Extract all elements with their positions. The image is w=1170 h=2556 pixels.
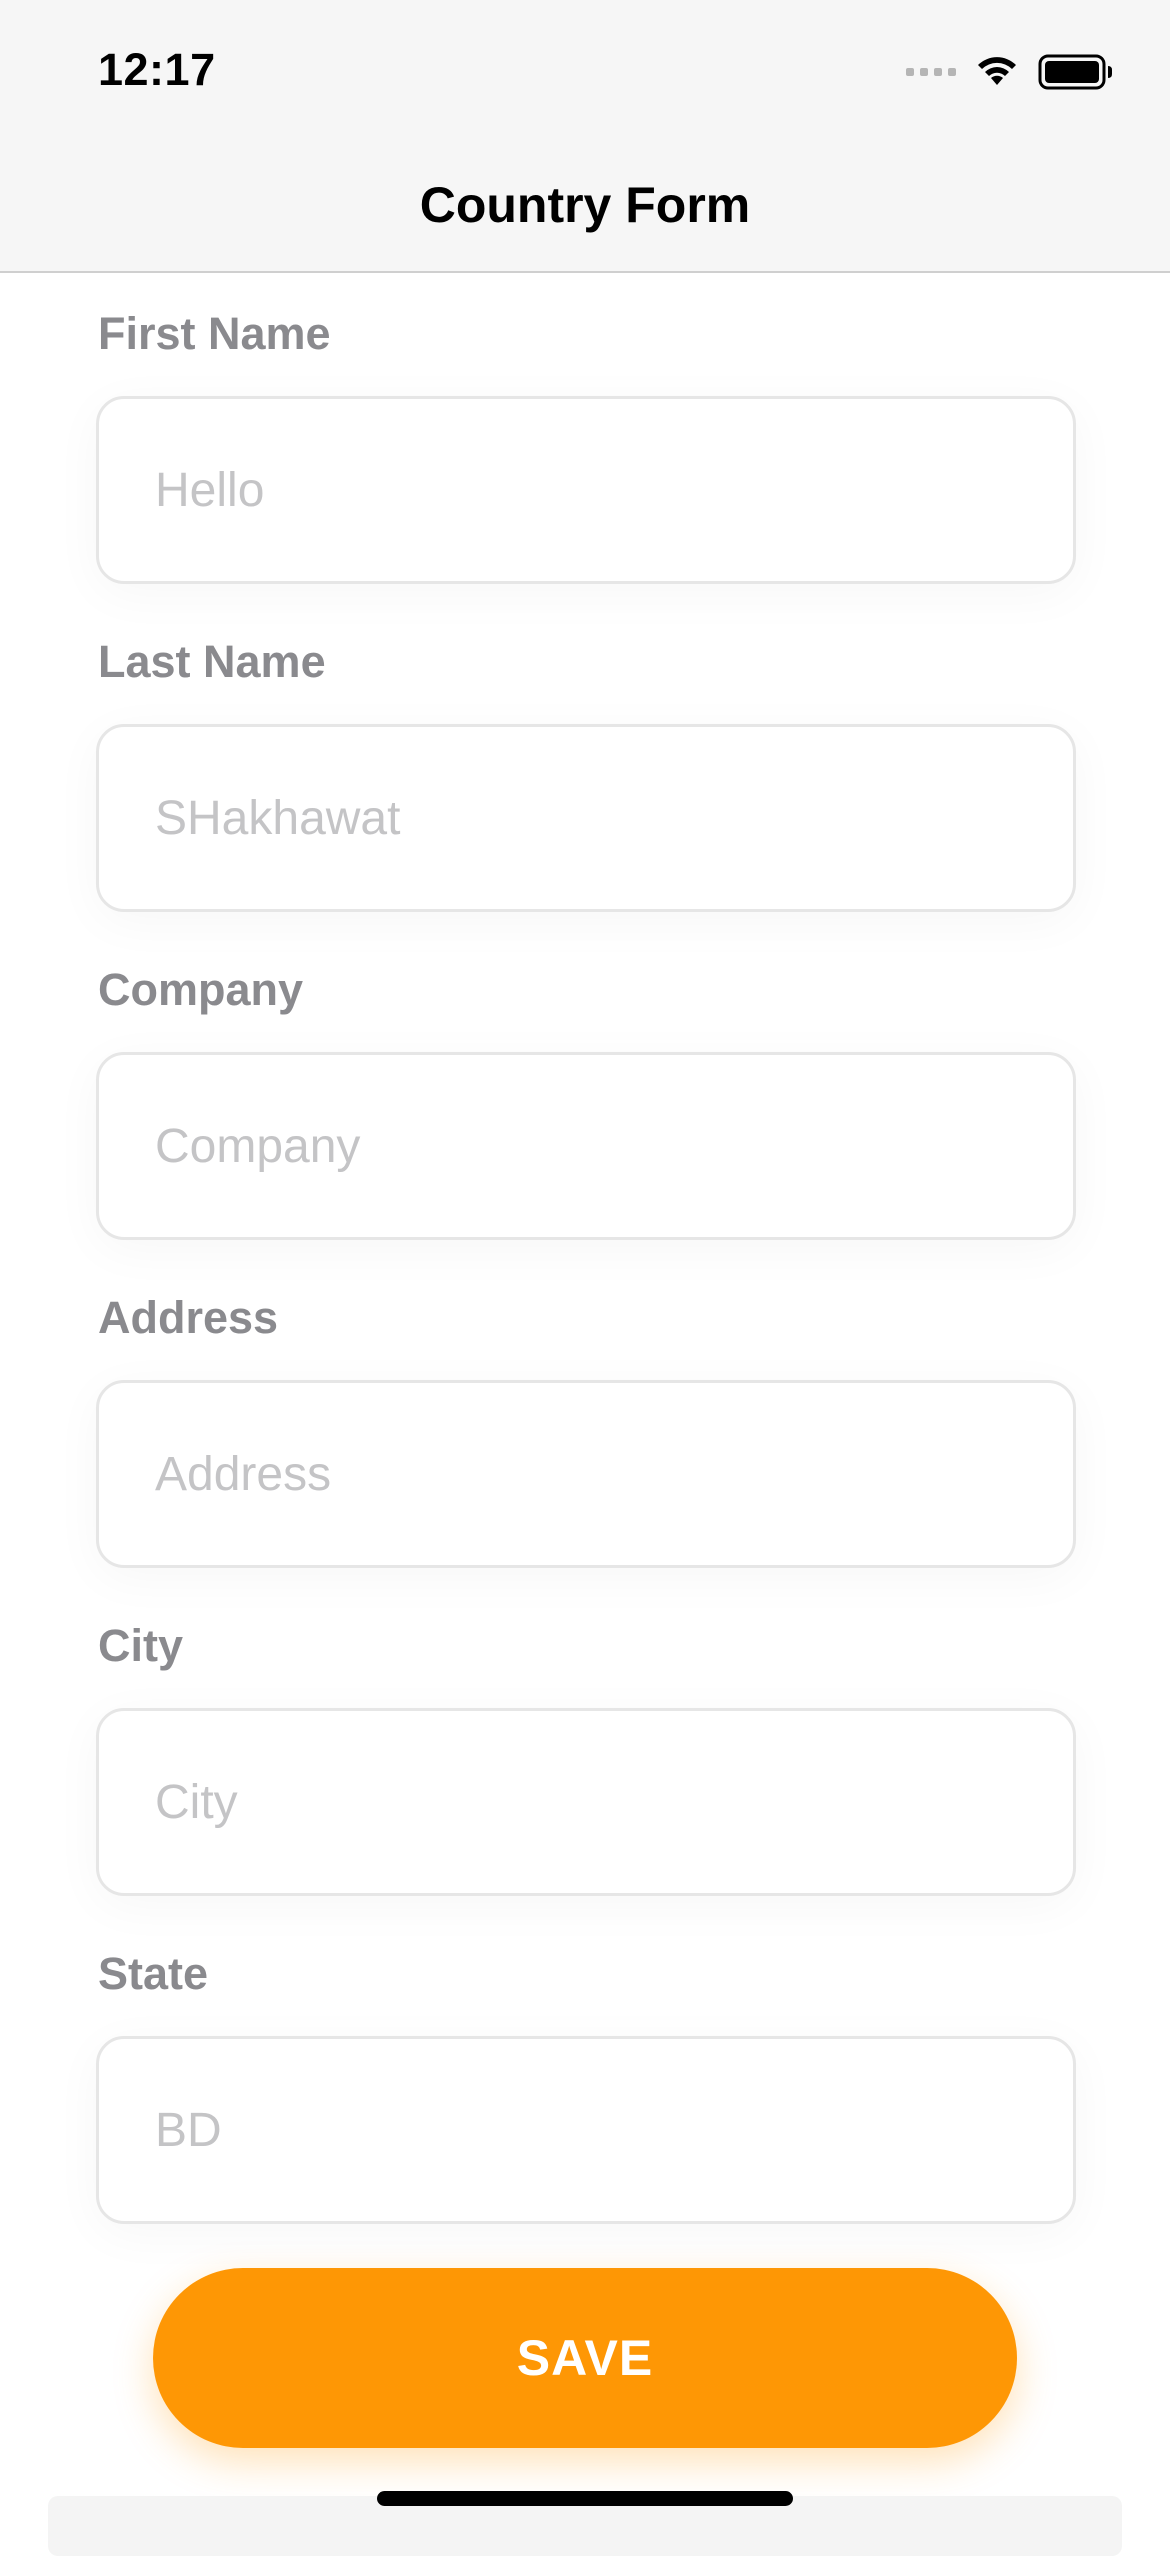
- state-label: State: [98, 1948, 209, 1999]
- page-title: Country Form: [419, 177, 751, 233]
- state-input[interactable]: [96, 2036, 1076, 2224]
- battery-icon: [1038, 54, 1114, 90]
- city-label: City: [98, 1620, 184, 1671]
- company-input[interactable]: [96, 1052, 1076, 1240]
- address-field: Address: [96, 1282, 1076, 1610]
- status-time: 12:17: [98, 44, 216, 95]
- status-icons: [906, 52, 1114, 92]
- company-field: Company: [96, 954, 1076, 1282]
- address-input[interactable]: [96, 1380, 1076, 1568]
- first-name-field: First Name: [96, 298, 1076, 626]
- company-label: Company: [98, 964, 304, 1015]
- home-indicator[interactable]: [377, 2491, 793, 2506]
- save-button[interactable]: SAVE: [153, 2268, 1017, 2448]
- cellular-signal-icon: [906, 68, 956, 76]
- state-field: State: [96, 1938, 1076, 2266]
- wifi-icon: [974, 55, 1020, 89]
- city-field: City: [96, 1610, 1076, 1938]
- navigation-header: 12:17 Country Form: [0, 0, 1170, 273]
- country-form: First Name Last Name Company Address Cit…: [96, 298, 1076, 2266]
- last-name-label: Last Name: [98, 636, 326, 687]
- first-name-label: First Name: [98, 308, 331, 359]
- last-name-input[interactable]: [96, 724, 1076, 912]
- last-name-field: Last Name: [96, 626, 1076, 954]
- first-name-input[interactable]: [96, 396, 1076, 584]
- city-input[interactable]: [96, 1708, 1076, 1896]
- address-label: Address: [98, 1292, 279, 1343]
